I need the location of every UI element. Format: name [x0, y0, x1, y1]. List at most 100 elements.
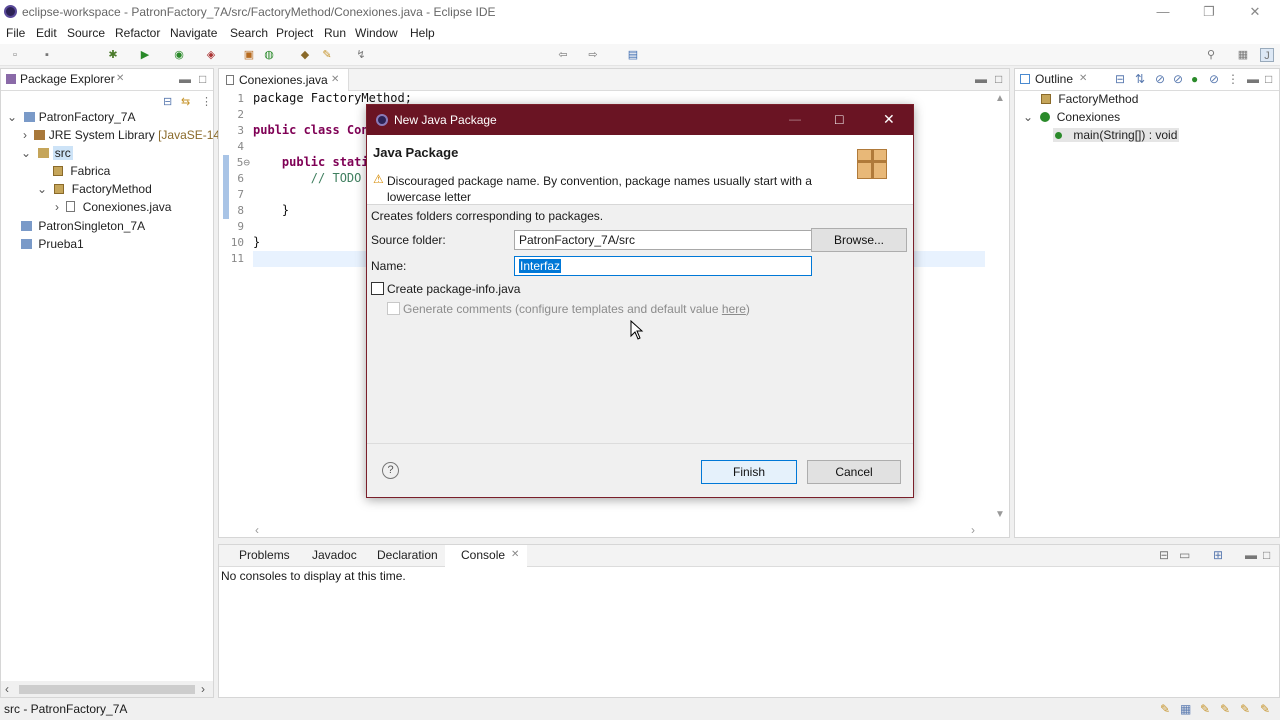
code-line[interactable]: public class Con: [253, 123, 369, 137]
close-icon[interactable]: ✕: [511, 549, 519, 560]
minimize-button[interactable]: —: [1140, 0, 1186, 24]
finish-button[interactable]: Finish: [701, 460, 797, 484]
scroll-down-icon[interactable]: ▼: [995, 509, 1005, 520]
menu-run[interactable]: Run: [324, 26, 346, 40]
editor-tab-active[interactable]: Conexiones.java ✕: [219, 69, 349, 91]
menu-source[interactable]: Source: [67, 26, 105, 40]
back-icon[interactable]: ⇦: [556, 48, 570, 62]
tab-problems[interactable]: Problems: [239, 548, 290, 562]
tree-item-jre-library[interactable]: › JRE System Library [JavaSE-14]: [23, 128, 223, 142]
minimize-view-icon[interactable]: ▬: [1247, 72, 1259, 86]
close-icon[interactable]: ✕: [331, 74, 339, 85]
menu-file[interactable]: File: [6, 26, 25, 40]
menu-help[interactable]: Help: [410, 26, 435, 40]
tab-console-active[interactable]: Console ✕: [445, 545, 527, 567]
outline-item-package[interactable]: FactoryMethod: [1041, 92, 1138, 106]
scroll-up-icon[interactable]: ▲: [995, 93, 1005, 104]
tab-declaration[interactable]: Declaration: [377, 548, 438, 562]
menu-window[interactable]: Window: [355, 26, 398, 40]
close-icon[interactable]: ✕: [1079, 73, 1087, 84]
save-icon[interactable]: ▪: [40, 48, 54, 62]
tree-item-patronfactory[interactable]: ⌄ PatronFactory_7A: [7, 110, 135, 124]
source-folder-field[interactable]: PatronFactory_7A/src: [514, 230, 812, 250]
maximize-view-icon[interactable]: □: [199, 72, 206, 86]
close-icon[interactable]: ✕: [116, 73, 124, 84]
tab-javadoc[interactable]: Javadoc: [312, 548, 357, 562]
pin-console-icon[interactable]: ⊟: [1159, 548, 1169, 562]
code-line[interactable]: package FactoryMethod;: [253, 91, 412, 105]
run-icon[interactable]: ▶: [138, 48, 152, 62]
dialog-maximize-icon[interactable]: □: [835, 111, 843, 127]
minimize-view-icon[interactable]: ▬: [975, 72, 987, 86]
hide-nonpublic-icon[interactable]: ●: [1191, 72, 1198, 86]
sort-icon[interactable]: ⇅: [1135, 72, 1145, 86]
browse-button[interactable]: Browse...: [811, 228, 907, 252]
code-line[interactable]: // TODO: [253, 171, 362, 185]
chevron-down-icon[interactable]: ⌄: [7, 110, 17, 124]
open-type-icon[interactable]: ◆: [298, 48, 312, 62]
collapse-all-icon[interactable]: ⊟: [1115, 72, 1125, 86]
coverage-icon[interactable]: ◉: [172, 48, 186, 62]
name-field[interactable]: Interfaz: [514, 256, 812, 276]
scroll-left-icon[interactable]: ‹: [5, 682, 9, 696]
annotation-next-icon[interactable]: ↯: [354, 48, 368, 62]
java-perspective-icon[interactable]: J: [1260, 48, 1274, 62]
editor-vertical-scrollbar[interactable]: ▲ ▼: [991, 93, 1007, 523]
editor-horizontal-scrollbar[interactable]: ‹ ›: [253, 523, 983, 537]
pin-editor-icon[interactable]: ▤: [626, 48, 640, 62]
search-icon-toolbar[interactable]: ✎: [320, 48, 334, 62]
code-line[interactable]: }: [253, 203, 289, 217]
new-class-icon[interactable]: ◍: [262, 48, 276, 62]
view-menu-icon[interactable]: ⋮: [201, 95, 212, 108]
external-tools-icon[interactable]: ◈: [204, 48, 218, 62]
outline-item-class[interactable]: ⌄ Conexiones: [1023, 110, 1120, 124]
horizontal-scrollbar[interactable]: ‹ ›: [1, 681, 213, 697]
tree-item-conexiones[interactable]: › Conexiones.java: [55, 200, 171, 214]
help-icon[interactable]: ?: [382, 462, 399, 479]
chevron-down-icon[interactable]: ⌄: [37, 182, 47, 196]
templates-link[interactable]: here: [722, 302, 746, 316]
maximize-view-icon[interactable]: □: [1263, 548, 1270, 562]
dialog-minimize-icon[interactable]: —: [789, 112, 801, 126]
menu-navigate[interactable]: Navigate: [170, 26, 217, 40]
code-line[interactable]: }: [253, 235, 260, 249]
view-menu-icon[interactable]: ⋮: [1227, 72, 1239, 86]
dialog-close-icon[interactable]: ✕: [883, 111, 895, 128]
new-java-project-icon[interactable]: ▣: [242, 48, 256, 62]
menu-edit[interactable]: Edit: [36, 26, 57, 40]
menu-search[interactable]: Search: [230, 26, 268, 40]
create-package-info-checkbox[interactable]: [371, 282, 384, 295]
code-line[interactable]: public stati: [253, 155, 369, 169]
menu-project[interactable]: Project: [276, 26, 313, 40]
chevron-right-icon[interactable]: ›: [23, 128, 27, 142]
maximize-view-icon[interactable]: □: [1265, 72, 1272, 86]
maximize-view-icon[interactable]: □: [995, 72, 1002, 86]
restore-button[interactable]: ❐: [1186, 0, 1232, 24]
chevron-down-icon[interactable]: ⌄: [21, 146, 31, 160]
chevron-right-icon[interactable]: ›: [55, 200, 59, 214]
hide-fields-icon[interactable]: ⊘: [1155, 72, 1165, 86]
open-console-icon[interactable]: ⊞: [1213, 548, 1223, 562]
scroll-right-icon[interactable]: ›: [201, 682, 205, 696]
hide-local-types-icon[interactable]: ⊘: [1209, 72, 1219, 86]
menu-refactor[interactable]: Refactor: [115, 26, 160, 40]
collapse-all-icon[interactable]: ⊟: [163, 95, 172, 108]
search-icon[interactable]: ⚲: [1204, 48, 1218, 62]
debug-icon[interactable]: ✱: [106, 48, 120, 62]
minimize-view-icon[interactable]: ▬: [179, 72, 191, 86]
minimize-view-icon[interactable]: ▬: [1245, 548, 1257, 562]
tree-item-fabrica[interactable]: Fabrica: [53, 164, 110, 178]
scroll-left-icon[interactable]: ‹: [255, 523, 259, 537]
tree-item-prueba1[interactable]: Prueba1: [21, 237, 84, 251]
outline-tab[interactable]: Outline: [1035, 72, 1073, 86]
tree-item-src[interactable]: ⌄ src: [21, 146, 73, 160]
display-console-icon[interactable]: ▭: [1179, 548, 1190, 562]
outline-item-method[interactable]: main(String[]) : void: [1053, 128, 1180, 142]
tree-item-factorymethod[interactable]: ⌄ FactoryMethod: [37, 182, 152, 196]
close-window-button[interactable]: ✕: [1232, 0, 1278, 24]
package-explorer-tab[interactable]: Package Explorer: [20, 72, 115, 86]
hide-static-icon[interactable]: ⊘: [1173, 72, 1183, 86]
chevron-down-icon[interactable]: ⌄: [1023, 110, 1033, 124]
forward-icon[interactable]: ⇨: [586, 48, 600, 62]
link-editor-icon[interactable]: ⇆: [181, 95, 190, 108]
